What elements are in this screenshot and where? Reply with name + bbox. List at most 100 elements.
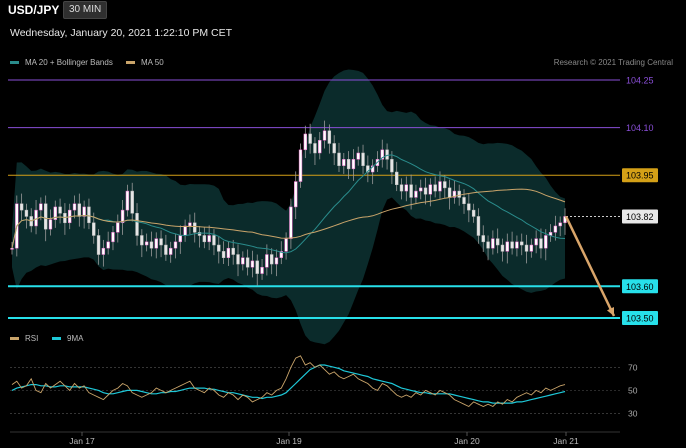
candle-body — [491, 238, 495, 249]
bollinger-bands — [12, 69, 565, 345]
candle-body — [188, 222, 192, 227]
candle-body — [515, 241, 519, 249]
candle-body — [144, 241, 149, 246]
candle-body — [356, 152, 360, 160]
x-tick-label-3: Jan 21 — [553, 436, 579, 446]
candle-body — [284, 238, 288, 252]
candle-body — [544, 235, 548, 249]
candle-body — [457, 190, 461, 198]
candle-body — [269, 254, 274, 265]
candle-body — [318, 140, 322, 154]
candle-body — [217, 244, 221, 252]
candle-body — [10, 247, 14, 250]
candle-body — [342, 159, 346, 166]
candle-body — [447, 187, 452, 198]
candle-body — [130, 190, 134, 214]
candle-body — [495, 238, 500, 246]
candle-body — [486, 241, 490, 249]
candle-body — [101, 247, 106, 255]
candle-body — [337, 152, 341, 166]
candle-body — [385, 149, 389, 160]
candle-body — [332, 143, 336, 154]
price-label-104.25: 104.25 — [626, 76, 654, 86]
candle-body — [116, 222, 120, 233]
candle-body — [529, 244, 534, 252]
candle-body — [524, 244, 529, 252]
candle-body — [553, 225, 558, 233]
candle-body — [510, 241, 514, 249]
candle-body — [308, 133, 312, 144]
candle-body — [58, 206, 62, 214]
candle-body — [34, 209, 38, 227]
x-tick-label-2: Jan 20 — [454, 436, 480, 446]
price-label-103.50: 103.50 — [626, 314, 654, 324]
x-tick-label-0: Jan 17 — [69, 436, 95, 446]
candle-body — [245, 257, 250, 268]
candle-body — [294, 181, 298, 208]
candle-body — [96, 235, 101, 255]
candle-body — [443, 181, 447, 189]
candle-body — [178, 235, 182, 243]
candle-body — [39, 203, 43, 211]
price-label-103.82: 103.82 — [626, 212, 654, 222]
rsi-tick-50: 50 — [628, 385, 638, 395]
candle-body — [24, 209, 29, 217]
candle-body — [250, 260, 255, 268]
price-label-103.60: 103.60 — [626, 282, 654, 292]
candle-body — [322, 130, 327, 141]
candle-body — [505, 241, 509, 252]
candle-body — [471, 209, 476, 217]
candle-body — [361, 152, 365, 166]
candle-body — [231, 247, 235, 255]
candle-body — [169, 247, 173, 255]
candle-body — [72, 203, 77, 211]
candle-body — [260, 266, 264, 274]
rsi-panel: 70 50 30 — [10, 355, 638, 433]
rsi-tick-70: 70 — [628, 362, 638, 372]
candle-body — [221, 251, 226, 258]
candle-body — [327, 130, 332, 144]
candle-body — [274, 257, 279, 265]
candle-body — [154, 238, 158, 249]
candle-body — [433, 184, 437, 192]
candle-body — [212, 235, 216, 246]
candle-body — [19, 203, 24, 211]
candle-body — [149, 241, 154, 249]
candle-body — [500, 244, 505, 252]
x-tick-label-1: Jan 19 — [276, 436, 302, 446]
candle-body — [539, 238, 543, 249]
candle-body — [313, 143, 317, 154]
candle-body — [467, 203, 471, 211]
candle-body — [43, 203, 48, 230]
candle-body — [298, 149, 303, 182]
forecast-arrow — [564, 215, 616, 317]
candle-body — [87, 206, 91, 224]
time-axis: Jan 17 Jan 19 Jan 20 Jan 21 — [69, 432, 579, 446]
candle-body — [289, 206, 293, 239]
candle-body — [183, 225, 187, 236]
candle-body — [399, 184, 404, 192]
candle-body — [193, 222, 197, 233]
rsi-line — [11, 355, 566, 408]
price-chart[interactable]: 104.25 104.10 103.95 103.82 103.60 103.50 70 5… — [0, 0, 686, 448]
candle-body — [125, 190, 130, 211]
rsi-tick-30: 30 — [628, 408, 638, 418]
candle-body — [558, 222, 562, 227]
candle-body — [241, 257, 245, 265]
candle-body — [404, 184, 408, 192]
candle-body — [207, 235, 211, 243]
bollinger-band-area — [12, 69, 565, 345]
candle-body — [419, 187, 423, 192]
candle-body — [462, 197, 466, 205]
candle-body — [265, 254, 269, 268]
candle-body — [63, 213, 67, 224]
candle-body — [481, 235, 485, 243]
candle-body — [202, 235, 207, 243]
price-label-103.95: 103.95 — [626, 171, 654, 181]
candle-body — [520, 241, 524, 246]
candle-body — [111, 232, 115, 243]
candle-body — [92, 222, 96, 236]
candle-body — [173, 241, 178, 249]
candle-body — [409, 184, 413, 198]
candle-body — [106, 241, 110, 249]
